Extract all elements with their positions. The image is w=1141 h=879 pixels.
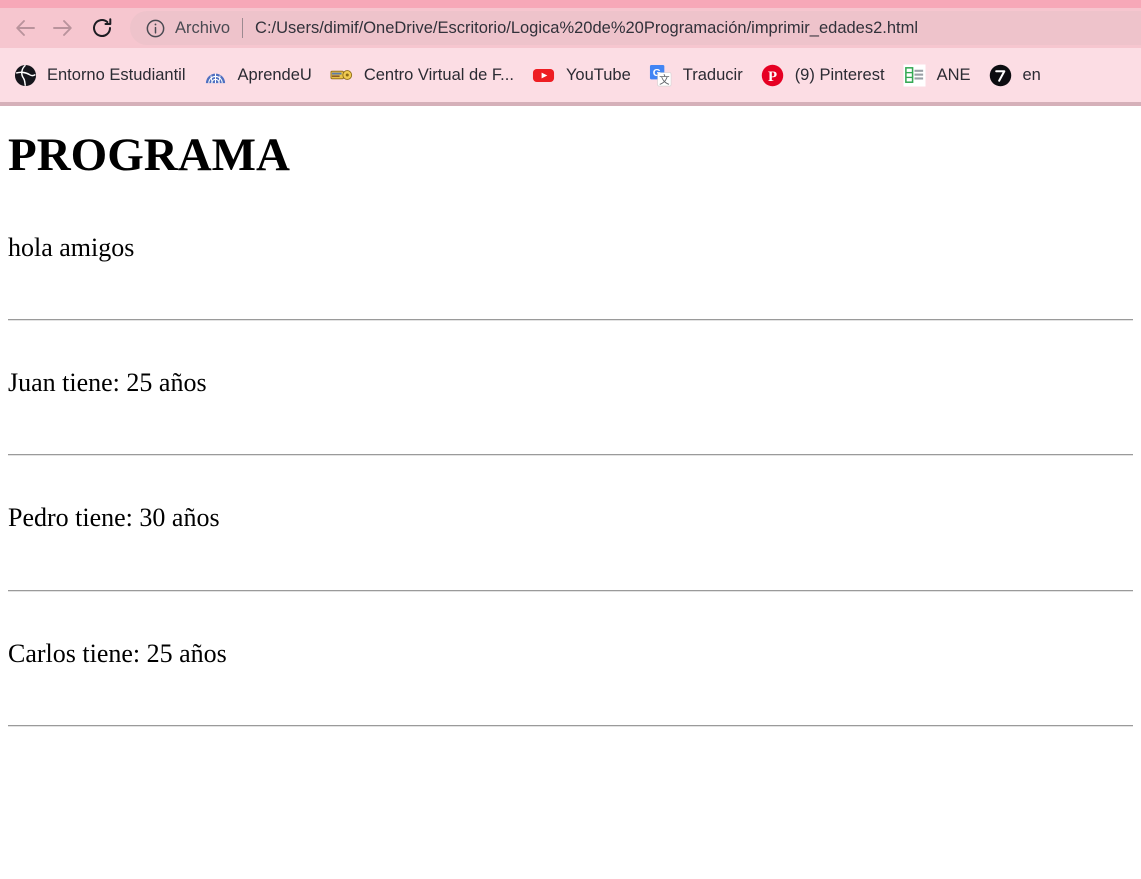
svg-text:P: P (768, 68, 777, 84)
age-line: Carlos tiene: 25 años (8, 638, 227, 668)
arrow-right-icon (50, 16, 74, 40)
forward-button[interactable] (44, 10, 80, 46)
bookmark-label: AprendeU (237, 65, 312, 84)
arrow-left-icon (14, 16, 38, 40)
browser-chrome: Archivo C:/Users/dimif/OneDrive/Escritor… (0, 0, 1141, 106)
url-scheme-label: Archivo (175, 18, 231, 37)
bookmark-label: Centro Virtual de F... (363, 65, 514, 84)
bookmarks-bar: Entorno Estudiantil AprendeU Centro Virt… (0, 48, 1141, 102)
bookmark-aprendeu[interactable]: AprendeU (195, 55, 321, 95)
reload-button[interactable] (84, 10, 120, 46)
bookmark-traducir[interactable]: G 文 Traducir (640, 55, 752, 95)
browser-toolbar: Archivo C:/Users/dimif/OneDrive/Escritor… (0, 8, 1141, 48)
arch-fan-icon (204, 63, 228, 87)
youtube-icon (532, 63, 556, 87)
tab-strip (0, 0, 1141, 8)
bookmark-label: Traducir (682, 65, 743, 84)
bookmark-label: en (1022, 65, 1041, 84)
spreadsheet-icon (903, 63, 927, 87)
chrome-bottom-divider (0, 102, 1141, 106)
bookmark-label: Entorno Estudiantil (47, 65, 186, 84)
info-circle-icon[interactable] (144, 17, 166, 39)
intro-paragraph: hola amigos (8, 233, 135, 263)
omnibox-divider (242, 18, 244, 38)
address-bar[interactable]: Archivo C:/Users/dimif/OneDrive/Escritor… (130, 11, 1141, 45)
bookmark-centro-virtual[interactable]: Centro Virtual de F... (321, 55, 523, 95)
back-button[interactable] (8, 10, 44, 46)
url-text: C:/Users/dimif/OneDrive/Escritorio/Logic… (255, 18, 919, 37)
page-title: PROGRAMA (8, 129, 290, 181)
bookmark-label: ANE (936, 65, 971, 84)
bookmark-label: (9) Pinterest (794, 65, 885, 84)
globe-icon (13, 63, 37, 87)
bookmark-en[interactable]: en (980, 55, 1050, 95)
key-icon (330, 63, 354, 87)
google-translate-icon: G 文 (649, 63, 673, 87)
page-content: PROGRAMA hola amigos Juan tiene: 25 años… (0, 128, 1141, 727)
bookmark-pinterest[interactable]: P (9) Pinterest (752, 55, 894, 95)
svg-text:文: 文 (659, 73, 670, 86)
bookmark-label: YouTube (565, 65, 631, 84)
age-line: Pedro tiene: 30 años (8, 503, 220, 533)
divider-rule (8, 724, 1133, 727)
pinterest-icon: P (761, 63, 785, 87)
black-circle-seven-icon (989, 63, 1013, 87)
bookmark-ane[interactable]: ANE (894, 55, 980, 95)
reload-icon (90, 16, 114, 40)
bookmark-entorno-estudiantil[interactable]: Entorno Estudiantil (4, 55, 195, 95)
age-line: Juan tiene: 25 años (8, 368, 207, 398)
bookmark-youtube[interactable]: YouTube (523, 55, 640, 95)
